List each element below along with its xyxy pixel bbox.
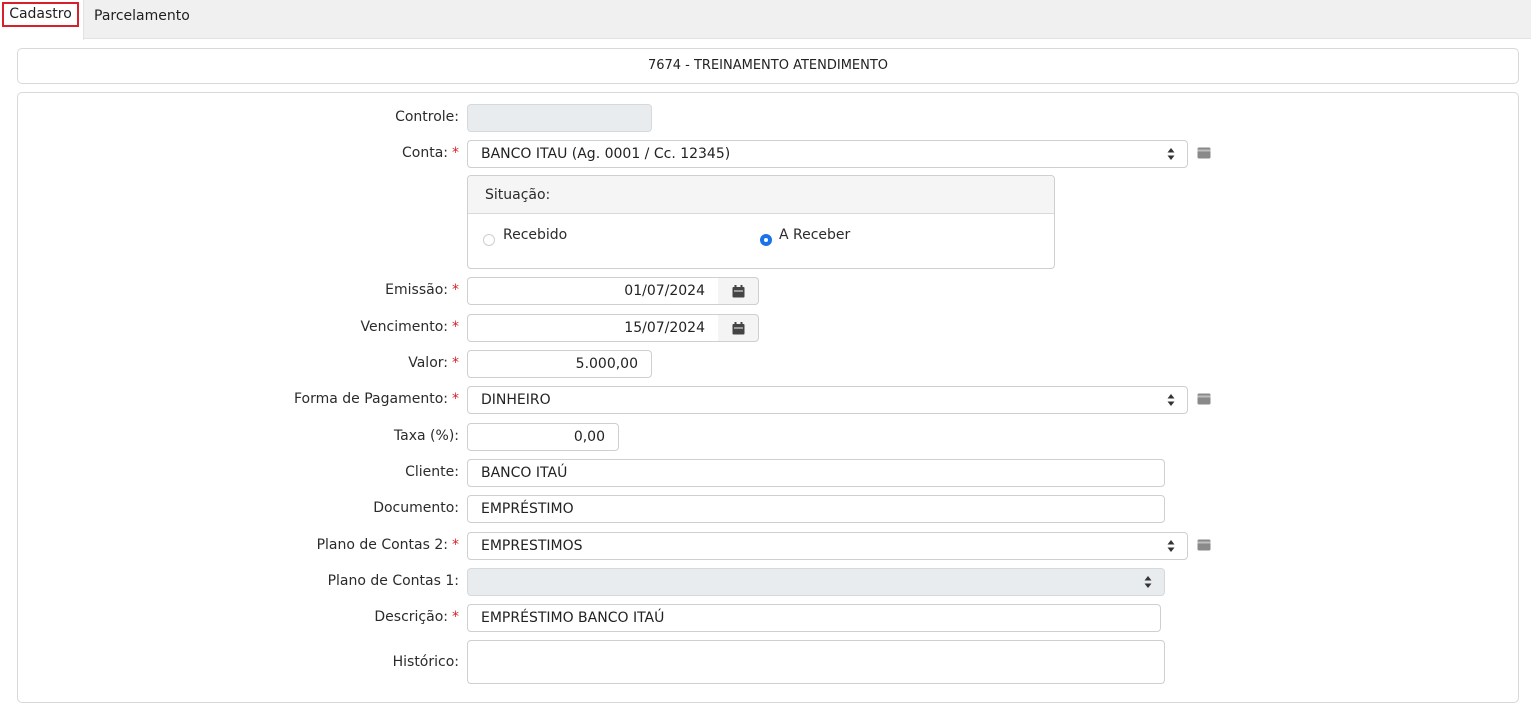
emissao-date-button[interactable] <box>718 277 759 305</box>
controle-field <box>467 104 652 132</box>
tab-parcelamento-label: Parcelamento <box>94 8 190 24</box>
tab-bar: Cadastro Parcelamento <box>0 0 1531 40</box>
tab-parcelamento[interactable]: Parcelamento <box>86 0 198 39</box>
card-icon[interactable] <box>1197 393 1211 405</box>
emissao-input[interactable]: 01/07/2024 <box>467 277 719 305</box>
select-arrows-icon <box>1167 540 1175 552</box>
vencimento-date-button[interactable] <box>718 314 759 342</box>
conta-value: BANCO ITAU (Ag. 0001 / Cc. 12345) <box>481 146 731 162</box>
select-arrows-icon <box>1144 576 1152 588</box>
forma-pagamento-select[interactable]: DINHEIRO <box>467 386 1188 414</box>
select-arrows-icon <box>1167 394 1175 406</box>
descricao-label: Descrição: * <box>374 609 459 625</box>
documento-label: Documento: <box>373 500 459 516</box>
forma-pagamento-value: DINHEIRO <box>481 392 551 408</box>
tab-cadastro-label: Cadastro <box>2 2 79 27</box>
valor-label: Valor: * <box>408 355 459 371</box>
descricao-input[interactable]: EMPRÉSTIMO BANCO ITAÚ <box>467 604 1161 632</box>
conta-select[interactable]: BANCO ITAU (Ag. 0001 / Cc. 12345) <box>467 140 1188 168</box>
vencimento-input[interactable]: 15/07/2024 <box>467 314 719 342</box>
cliente-label: Cliente: <box>405 464 459 480</box>
plano-contas-1-select <box>467 568 1165 596</box>
taxa-label: Taxa (%): <box>393 428 459 444</box>
recebido-label[interactable]: Recebido <box>503 227 567 243</box>
valor-input[interactable]: 5.000,00 <box>467 350 652 378</box>
emissao-label: Emissão: * <box>385 282 459 298</box>
cliente-input[interactable]: BANCO ITAÚ <box>467 459 1165 487</box>
tab-cadastro[interactable]: Cadastro <box>0 0 84 40</box>
situacao-box: Situação: Recebido A Receber <box>467 175 1055 269</box>
vencimento-label: Vencimento: * <box>360 319 459 335</box>
plano-contas-2-value: EMPRESTIMOS <box>481 538 583 554</box>
a-receber-label[interactable]: A Receber <box>779 227 850 243</box>
plano-contas-2-label: Plano de Contas 2: * <box>316 537 459 553</box>
calendar-icon <box>732 285 745 298</box>
page-title: 7674 - TREINAMENTO ATENDIMENTO <box>17 48 1519 84</box>
conta-label: Conta: * <box>402 145 459 161</box>
plano-contas-1-label: Plano de Contas 1: <box>327 573 459 589</box>
card-icon[interactable] <box>1197 147 1211 159</box>
situacao-label: Situação: <box>468 176 1054 214</box>
select-arrows-icon <box>1167 148 1175 160</box>
historico-textarea[interactable] <box>467 640 1165 684</box>
a-receber-radio[interactable] <box>760 234 772 246</box>
taxa-input[interactable]: 0,00 <box>467 423 619 451</box>
controle-label: Controle: <box>395 109 459 125</box>
forma-pagamento-label: Forma de Pagamento: * <box>294 391 459 407</box>
plano-contas-2-select[interactable]: EMPRESTIMOS <box>467 532 1188 560</box>
historico-label: Histórico: <box>392 654 459 670</box>
calendar-icon <box>732 322 745 335</box>
card-icon[interactable] <box>1197 539 1211 551</box>
recebido-radio[interactable] <box>483 234 495 246</box>
documento-input[interactable]: EMPRÉSTIMO <box>467 495 1165 523</box>
